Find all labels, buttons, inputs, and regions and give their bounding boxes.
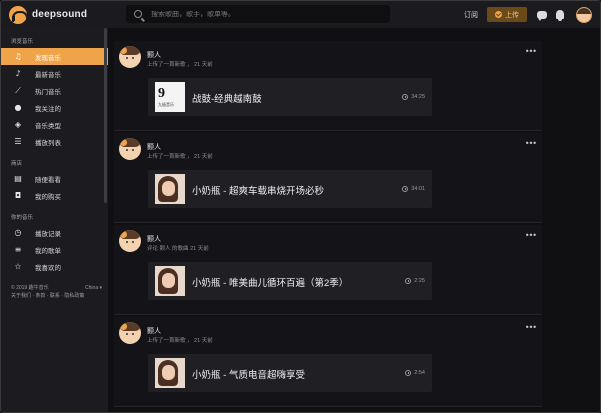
sidebar-item-label: 我关注的 [35, 105, 61, 113]
track-duration: 2:54 [405, 370, 425, 376]
sidebar-item[interactable]: ◈ 音乐类型 [1, 116, 108, 133]
single-note-icon: ♪ [15, 68, 21, 78]
footer-row: © 2019 趣牛音乐 China ▾ [1, 284, 108, 292]
sidebar-scrollbar[interactable] [104, 28, 107, 203]
clock-icon [402, 186, 409, 192]
sidebar-item[interactable]: ◘ 我的购买 [1, 187, 108, 204]
track-title[interactable]: 小奶瓶 - 超爽车载串烧开场必秒 [192, 183, 324, 197]
sidebar-item[interactable]: ◷ 播放记录 [1, 224, 108, 241]
layers-icon: ◈ [14, 119, 22, 129]
logo-text: deepsound [32, 9, 88, 20]
activity-feed: 颢人 上传了一首新歌 ， 21 天前 ••• 9 九极音乐 战鼓-经典越南鼓 34:25 颢人… [108, 28, 600, 412]
more-options-icon[interactable]: ••• [525, 232, 537, 240]
sidebar-item-label: 音乐类型 [35, 122, 61, 130]
poster-name[interactable]: 颢人 [147, 234, 161, 244]
store-section-title: 商店 [11, 161, 23, 167]
poster-avatar[interactable] [119, 46, 141, 68]
sidebar-item[interactable]: ● 我关注的 [1, 99, 108, 116]
sidebar-item[interactable]: ▤ 随便看看 [1, 170, 108, 187]
search-bar[interactable] [126, 5, 390, 23]
track-cover[interactable] [155, 358, 185, 388]
track-card[interactable]: 9 九极音乐 战鼓-经典越南鼓 34:25 [148, 78, 432, 116]
clock-icon [402, 94, 409, 100]
track-card[interactable]: 小奶瓶 - 唯美曲儿循环百遍（第2季） 2:25 [148, 262, 432, 300]
chat-icon[interactable] [537, 10, 547, 21]
track-card[interactable]: 小奶瓶 - 气质电音超嗨享受 2:54 [148, 354, 432, 392]
drop-icon: ● [14, 102, 22, 112]
star-icon: ☆ [14, 261, 22, 271]
more-options-icon[interactable]: ••• [525, 140, 537, 148]
poster-name[interactable]: 颢人 [147, 326, 161, 336]
feed-item: 颢人评论 颢人 的歌曲 21 天前 ••• 小奶瓶 - 唯美曲儿循环百遍（第2季） 2… [114, 225, 542, 315]
track-cover[interactable] [155, 266, 185, 296]
sidebar-item-label: 我的歌单 [35, 247, 61, 255]
track-duration: 2:25 [405, 278, 425, 284]
bell-icon[interactable] [556, 10, 564, 21]
region-select[interactable]: China ▾ [85, 284, 102, 292]
track-title[interactable]: 小奶瓶 - 气质电音超嗨享受 [192, 367, 305, 381]
activity-meta: 评论 颢人 的歌曲 21 天前 [147, 246, 209, 252]
sidebar-item[interactable]: ≡ 我的歌单 [1, 241, 108, 258]
user-avatar[interactable] [576, 6, 592, 23]
headphones-logo-icon [9, 5, 27, 24]
bag-icon: ◘ [14, 190, 22, 200]
logo[interactable]: deepsound [1, 5, 121, 24]
more-options-icon[interactable]: ••• [525, 48, 537, 56]
activity-meta: 上传了一首新歌 ， 21 天前 [147, 338, 213, 344]
browse-section-title: 浏览音乐 [11, 39, 34, 45]
clock-icon [405, 370, 412, 376]
track-card[interactable]: 小奶瓶 - 超爽车载串烧开场必秒 34:01 [148, 170, 432, 208]
feed-item: 颢人上传了一首新歌 ， 21 天前 ••• 小奶瓶 - 气质电音超嗨享受 2:54 [114, 317, 542, 407]
clock-icon [405, 278, 412, 284]
track-cover[interactable]: 9 九极音乐 [155, 82, 185, 112]
search-icon [134, 10, 142, 18]
sidebar: 浏览音乐 ♫ 发现音乐 ♪ 最新音乐 ⟋ 热门音乐 ● 我关注的 ◈ 音乐类型 ☰ 播放列表 商店 ▤… [1, 28, 108, 412]
activity-meta: 上传了一首新歌 ， 21 天前 [147, 154, 213, 160]
more-options-icon[interactable]: ••• [525, 324, 537, 332]
sidebar-item-label: 播放列表 [35, 139, 61, 147]
my-playlist-icon: ≡ [14, 244, 22, 254]
poster-name[interactable]: 颢人 [147, 50, 161, 60]
copyright-text: © 2019 趣牛音乐 [11, 285, 49, 291]
sidebar-item[interactable]: ☆ 我喜欢的 [1, 258, 108, 275]
playlist-icon: ☰ [14, 136, 22, 146]
track-duration: 34:01 [402, 186, 425, 192]
poster-name[interactable]: 颢人 [147, 142, 161, 152]
sidebar-item-label: 播放记录 [35, 230, 61, 238]
subscribe-link[interactable]: 订阅 [464, 10, 478, 20]
top-bar-actions: 订阅 上传 [464, 1, 600, 28]
track-title[interactable]: 战鼓-经典越南鼓 [192, 91, 262, 105]
search-input[interactable] [151, 10, 371, 18]
sidebar-item-label: 随便看看 [35, 176, 61, 184]
feed-item: 颢人上传了一首新歌 ， 21 天前 ••• 9 九极音乐 战鼓-经典越南鼓 34:25 [114, 41, 542, 131]
mine-section-title: 你的音乐 [11, 215, 34, 221]
upload-button[interactable]: 上传 [487, 7, 527, 22]
store-icon: ▤ [14, 173, 22, 183]
poster-avatar[interactable] [119, 138, 141, 160]
top-bar: deepsound 订阅 上传 [1, 1, 600, 28]
sidebar-item[interactable]: ♫ 发现音乐 [1, 48, 108, 65]
history-icon: ◷ [14, 227, 22, 237]
poster-avatar[interactable] [119, 322, 141, 344]
sidebar-item[interactable]: ♪ 最新音乐 [1, 65, 108, 82]
sidebar-item-label: 热门音乐 [35, 88, 61, 96]
track-duration: 34:25 [402, 94, 425, 100]
sidebar-item-label: 我喜欢的 [35, 264, 61, 272]
app-window: deepsound 订阅 上传 浏览音乐 ♫ 发现音乐 ♪ 最新音乐 ⟋ 热门音乐 ● 我关注… [0, 0, 601, 413]
sidebar-item[interactable]: ⟋ 热门音乐 [1, 82, 108, 99]
track-title[interactable]: 小奶瓶 - 唯美曲儿循环百遍（第2季） [192, 275, 348, 289]
trend-chart-icon: ⟋ [15, 85, 21, 95]
feed-item: 颢人上传了一首新歌 ， 21 天前 ••• 小奶瓶 - 超爽车载串烧开场必秒 34:0… [114, 133, 542, 223]
poster-avatar[interactable] [119, 230, 141, 252]
activity-meta: 上传了一首新歌 ， 21 天前 [147, 62, 213, 68]
sidebar-item-label: 最新音乐 [35, 71, 61, 79]
sidebar-item-label: 发现音乐 [35, 54, 61, 62]
track-cover[interactable] [155, 174, 185, 204]
upload-label: 上传 [505, 11, 519, 19]
sidebar-item-label: 我的购买 [35, 193, 61, 201]
footer-links[interactable]: 关于我们 · 条款 · 联系 · 隐私政策 [1, 292, 108, 300]
check-circle-icon [495, 11, 502, 18]
music-note-icon: ♫ [14, 51, 22, 61]
sidebar-item[interactable]: ☰ 播放列表 [1, 133, 108, 150]
